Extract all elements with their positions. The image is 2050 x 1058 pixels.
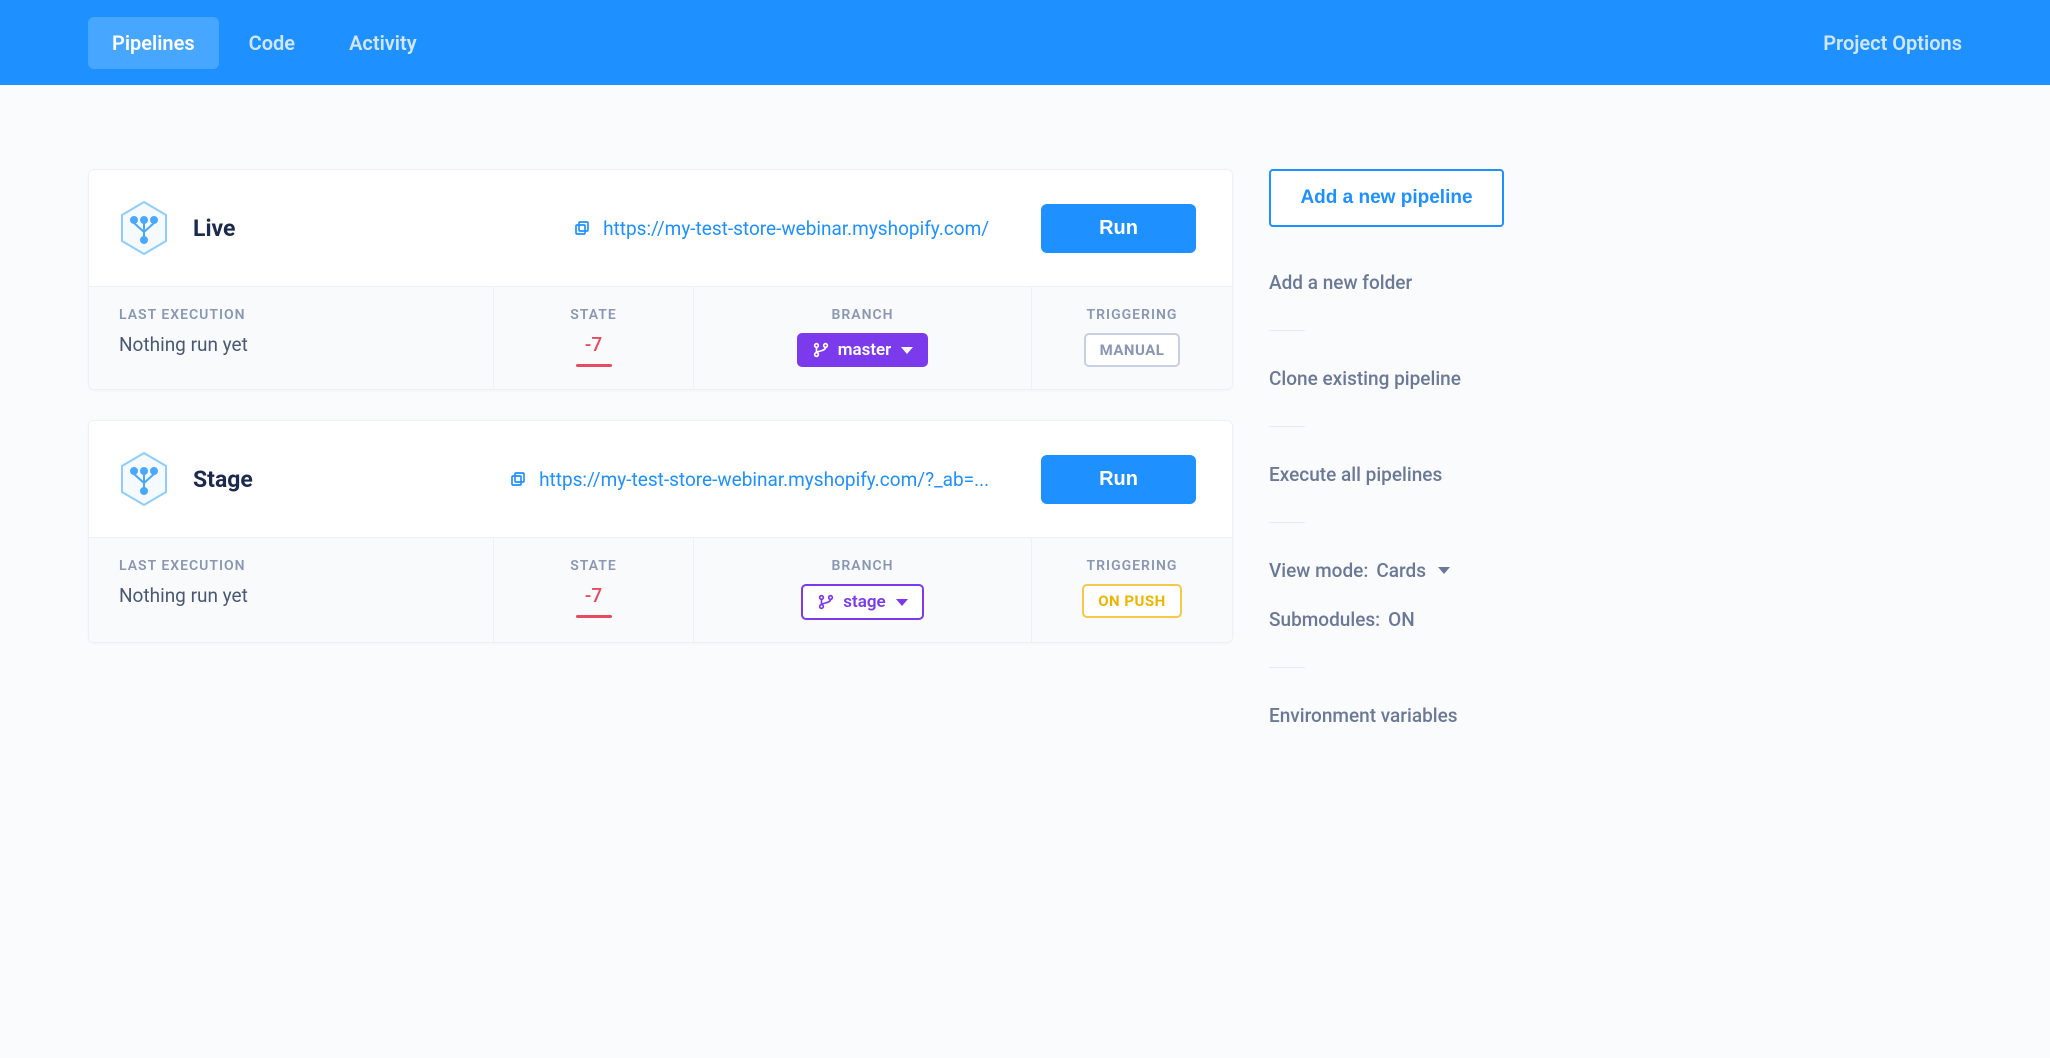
state-cell: STATE -7 bbox=[494, 287, 694, 389]
branch-cell: BRANCH stage bbox=[694, 538, 1032, 642]
pipelines-list: Live https://my-test-store-webinar.mysho… bbox=[88, 169, 1233, 673]
tab-pipelines[interactable]: Pipelines bbox=[88, 17, 219, 69]
pipeline-details: LAST EXECUTION Nothing run yet STATE -7 … bbox=[89, 537, 1232, 642]
last-execution-label: LAST EXECUTION bbox=[119, 307, 463, 323]
state-value: -7 bbox=[585, 333, 602, 356]
triggering-badge: ON PUSH bbox=[1082, 584, 1182, 618]
branch-icon bbox=[817, 593, 835, 611]
branch-label: BRANCH bbox=[831, 307, 893, 323]
pipeline-name[interactable]: Stage bbox=[193, 466, 373, 493]
branch-name: master bbox=[838, 340, 892, 360]
tab-code[interactable]: Code bbox=[225, 17, 319, 69]
chevron-down-icon bbox=[896, 599, 908, 606]
triggering-label: TRIGGERING bbox=[1087, 558, 1178, 574]
add-folder-link[interactable]: Add a new folder bbox=[1269, 265, 1504, 300]
pipeline-card: Stage https://my-test-store-webinar.mysh… bbox=[88, 420, 1233, 643]
last-execution-cell: LAST EXECUTION Nothing run yet bbox=[89, 287, 494, 389]
chevron-down-icon bbox=[901, 347, 913, 354]
triggering-cell: TRIGGERING ON PUSH bbox=[1032, 538, 1232, 642]
last-execution-label: LAST EXECUTION bbox=[119, 558, 463, 574]
sidebar-separator bbox=[1269, 667, 1305, 668]
state-value: -7 bbox=[585, 584, 602, 607]
run-button[interactable]: Run bbox=[1041, 204, 1196, 253]
state-label: STATE bbox=[570, 558, 616, 574]
pipeline-name[interactable]: Live bbox=[193, 215, 373, 242]
branch-selector[interactable]: master bbox=[797, 333, 929, 367]
branch-selector[interactable]: stage bbox=[801, 584, 923, 620]
project-options-link[interactable]: Project Options bbox=[1823, 31, 1962, 55]
pipeline-details: LAST EXECUTION Nothing run yet STATE -7 … bbox=[89, 286, 1232, 389]
pipeline-url[interactable]: https://my-test-store-webinar.myshopify.… bbox=[539, 468, 989, 491]
sidebar-separator bbox=[1269, 522, 1305, 523]
nav-tabs: Pipelines Code Activity bbox=[88, 17, 441, 69]
last-execution-value: Nothing run yet bbox=[119, 584, 463, 607]
pipeline-icon bbox=[119, 451, 169, 507]
pipeline-icon bbox=[119, 200, 169, 256]
last-execution-value: Nothing run yet bbox=[119, 333, 463, 356]
add-pipeline-button[interactable]: Add a new pipeline bbox=[1269, 169, 1504, 227]
submodules-label: Submodules: bbox=[1269, 608, 1380, 631]
triggering-cell: TRIGGERING MANUAL bbox=[1032, 287, 1232, 389]
tab-activity[interactable]: Activity bbox=[325, 17, 441, 69]
branch-name: stage bbox=[843, 592, 885, 612]
state-label: STATE bbox=[570, 307, 616, 323]
clone-pipeline-link[interactable]: Clone existing pipeline bbox=[1269, 361, 1504, 396]
top-nav: Pipelines Code Activity Project Options bbox=[0, 0, 2050, 85]
branch-label: BRANCH bbox=[831, 558, 893, 574]
external-link-icon bbox=[509, 470, 527, 488]
pipeline-header: Live https://my-test-store-webinar.mysho… bbox=[89, 170, 1232, 286]
view-mode-toggle[interactable]: View mode: Cards bbox=[1269, 553, 1504, 588]
triggering-label: TRIGGERING bbox=[1087, 307, 1178, 323]
last-execution-cell: LAST EXECUTION Nothing run yet bbox=[89, 538, 494, 642]
pipeline-url-wrap: https://my-test-store-webinar.myshopify.… bbox=[397, 468, 1017, 491]
view-mode-value: Cards bbox=[1376, 559, 1426, 582]
sidebar-separator bbox=[1269, 330, 1305, 331]
submodules-value: ON bbox=[1388, 608, 1415, 631]
sidebar: Add a new pipeline Add a new folder Clon… bbox=[1269, 169, 1504, 733]
sidebar-separator bbox=[1269, 426, 1305, 427]
state-indicator bbox=[576, 364, 612, 367]
branch-cell: BRANCH master bbox=[694, 287, 1032, 389]
pipeline-url[interactable]: https://my-test-store-webinar.myshopify.… bbox=[603, 217, 989, 240]
chevron-down-icon bbox=[1438, 567, 1450, 574]
view-mode-label: View mode: bbox=[1269, 559, 1368, 582]
pipeline-header: Stage https://my-test-store-webinar.mysh… bbox=[89, 421, 1232, 537]
triggering-badge: MANUAL bbox=[1084, 333, 1181, 367]
branch-icon bbox=[812, 341, 830, 359]
run-button[interactable]: Run bbox=[1041, 455, 1196, 504]
state-indicator bbox=[576, 615, 612, 618]
env-variables-link[interactable]: Environment variables bbox=[1269, 698, 1504, 733]
submodules-toggle[interactable]: Submodules: ON bbox=[1269, 602, 1504, 637]
state-cell: STATE -7 bbox=[494, 538, 694, 642]
external-link-icon bbox=[573, 219, 591, 237]
pipeline-url-wrap: https://my-test-store-webinar.myshopify.… bbox=[397, 217, 1017, 240]
execute-all-link[interactable]: Execute all pipelines bbox=[1269, 457, 1504, 492]
pipeline-card: Live https://my-test-store-webinar.mysho… bbox=[88, 169, 1233, 390]
